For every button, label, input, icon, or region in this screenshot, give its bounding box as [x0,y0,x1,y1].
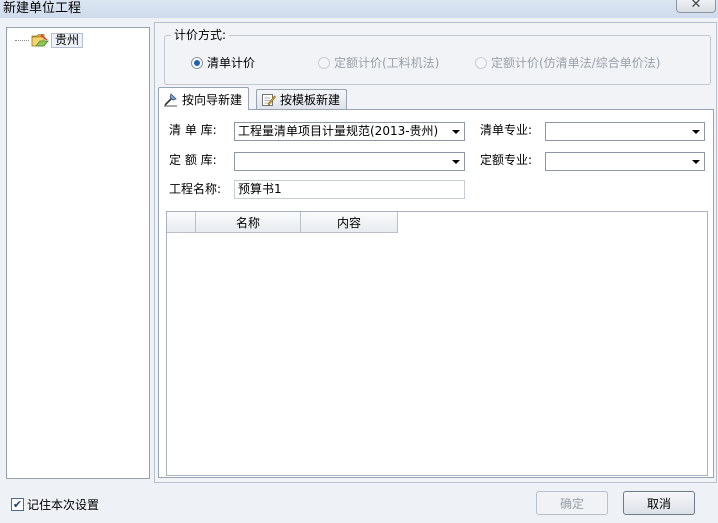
grid-header: 名称 内容 [167,212,398,233]
chevron-down-icon [452,130,460,134]
grid-header-index [167,212,196,233]
check-icon: ✔ [12,498,23,511]
remember-settings[interactable]: ✔ 记住本次设置 [11,496,99,513]
pricing-method-legend: 计价方式: [171,27,230,43]
grid-header-content[interactable]: 内容 [301,212,398,233]
ok-button[interactable]: 确定 [536,491,608,515]
quota-lib-label: 定 额 库: [169,153,217,167]
settings-panel: 计价方式: 清单计价 定额计价(工料机法) 定额计价(仿清单法/综合单价法) 按… [154,22,717,483]
bill-lib-label: 清 单 库: [169,123,217,137]
project-name-input[interactable]: 预算书1 [234,180,465,199]
bill-lib-select[interactable]: 工程量清单项目计量规范(2013-贵州) [234,122,465,141]
tree-connector [15,39,29,41]
radio-label: 定额计价(仿清单法/综合单价法) [491,56,661,70]
folder-icon [31,34,49,47]
tree-item-label: 贵州 [51,32,84,48]
project-name-label: 工程名称: [169,182,222,196]
cancel-button[interactable]: 取消 [623,491,695,515]
radio-label: 清单计价 [207,56,256,70]
radio-button[interactable] [191,57,203,69]
pricing-method-group: 计价方式: 清单计价 定额计价(工料机法) 定额计价(仿清单法/综合单价法) [164,27,711,85]
bill-lib-value: 工程量清单项目计量规范(2013-贵州) [238,124,439,138]
new-project-dialog: 新建单位工程 ✕ 贵州 计价方式: 清单计价 定额计价(工料机法) 定额计价(仿… [0,0,718,523]
tab-wizard[interactable]: 按向导新建 [158,87,250,110]
tree-item-guizhou[interactable]: 贵州 [15,32,84,48]
chevron-down-icon [692,130,700,134]
chevron-down-icon [452,160,460,164]
remember-checkbox[interactable]: ✔ [11,498,24,511]
chevron-down-icon [692,160,700,164]
tab-label: 按向导新建 [182,92,243,107]
title-bar: 新建单位工程 ✕ [0,0,718,18]
project-name-value: 预算书1 [238,182,282,196]
grid-header-name[interactable]: 名称 [196,212,301,233]
close-button[interactable]: ✕ [676,0,716,13]
ok-button-label: 确定 [559,496,584,511]
cancel-button-label: 取消 [646,496,671,511]
remember-label: 记住本次设置 [27,498,100,512]
quota-major-label: 定额专业: [480,153,533,167]
quota-major-select[interactable] [545,152,705,171]
close-icon: ✕ [690,0,702,12]
window-title: 新建单位工程 [3,1,82,16]
bill-major-label: 清单专业: [480,123,533,137]
wizard-tab-content: 清 单 库: 工程量清单项目计量规范(2013-贵州) 清单专业: 定 额 库:… [158,109,714,478]
bill-major-select[interactable] [545,122,705,141]
radio-button[interactable] [475,57,487,69]
property-grid[interactable]: 名称 内容 [166,211,708,476]
radio-quota-comprehensive[interactable]: 定额计价(仿清单法/综合单价法) [475,55,660,71]
radio-label: 定额计价(工料机法) [334,56,440,70]
radio-bill-pricing[interactable]: 清单计价 [191,55,255,71]
template-icon [262,94,276,106]
region-tree[interactable]: 贵州 [6,27,150,479]
radio-button[interactable] [318,57,330,69]
tab-template[interactable]: 按模板新建 [256,89,348,109]
quota-lib-select[interactable] [234,152,465,171]
wizard-icon [164,92,177,106]
radio-quota-material[interactable]: 定额计价(工料机法) [318,55,439,71]
tab-label: 按模板新建 [280,93,341,107]
